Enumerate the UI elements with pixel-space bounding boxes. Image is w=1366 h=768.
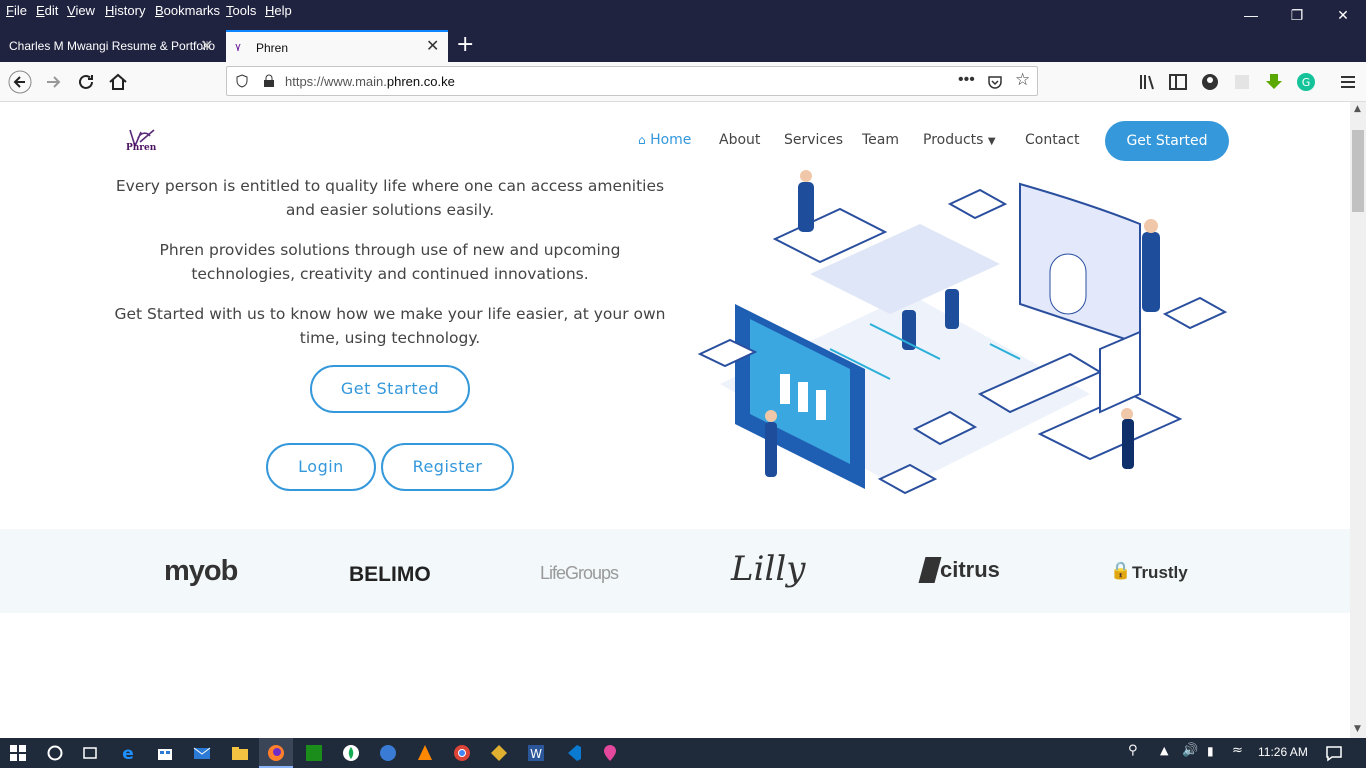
taskbar: e W ⚲ ▲ 🔊 ▮ ≈ 11:26 AM [0, 738, 1366, 768]
citrus-mark-icon [918, 557, 942, 583]
app-leaf-icon[interactable] [341, 743, 361, 763]
url-text: https://www.main.phren.co.ke [285, 74, 455, 89]
lock-icon[interactable] [263, 74, 275, 88]
app-diamond-icon[interactable] [489, 743, 509, 763]
hero-illustration [697, 170, 1228, 495]
restore-icon[interactable]: ❐ [1274, 0, 1320, 30]
task-view-icon[interactable] [80, 743, 100, 763]
client-logo-lilly[interactable]: Lilly [731, 549, 805, 589]
clients-strip: myob BELIMO LifeGroups Lilly citrus 🔒 Tr… [0, 529, 1350, 613]
logo-text: Phren [126, 143, 157, 153]
reload-icon[interactable] [74, 70, 98, 94]
shield-icon[interactable] [235, 74, 249, 88]
menu-file[interactable]: File [6, 3, 27, 18]
address-bar[interactable]: https://www.main.phren.co.ke ••• ☆ [226, 66, 1038, 96]
bookmark-star-icon[interactable]: ☆ [1015, 70, 1030, 90]
client-logo-belimo[interactable]: BELIMO [349, 563, 431, 587]
tab-phren[interactable]: ٧ Phren [226, 30, 448, 62]
battery-icon[interactable]: ▮ [1207, 744, 1214, 758]
menu-history[interactable]: History [105, 3, 145, 18]
sidebar-icon[interactable] [1166, 70, 1190, 94]
volume-icon[interactable]: 🔊 [1182, 743, 1198, 758]
hero-paragraph-3: Get Started with us to know how we make … [114, 305, 666, 347]
client-logo-citrus[interactable]: citrus [940, 557, 1000, 583]
minimize-icon[interactable]: — [1228, 0, 1274, 30]
tab-title: Charles M Mwangi Resume & Portfolio [9, 39, 216, 53]
home-icon[interactable] [106, 70, 130, 94]
phren-favicon-icon: ٧ [235, 42, 241, 54]
word-icon[interactable]: W [526, 743, 546, 763]
account-icon[interactable] [1198, 70, 1222, 94]
app-pin-icon[interactable] [600, 743, 620, 763]
site-logo[interactable]: Phren [124, 128, 158, 156]
edge-icon[interactable]: e [118, 743, 138, 763]
tab-close-icon[interactable]: ✕ [426, 36, 439, 55]
people-icon[interactable]: ⚲ [1128, 743, 1138, 758]
svg-text:G: G [1302, 76, 1311, 89]
clock-time[interactable]: 11:26 AM [1258, 745, 1308, 759]
app-green-icon[interactable] [304, 743, 324, 763]
page-scrollbar[interactable]: ▲ ▼ [1350, 102, 1366, 738]
navigation-toolbar: https://www.main.phren.co.ke ••• ☆ G [0, 62, 1366, 102]
nav-home-label: Home [650, 132, 692, 148]
file-explorer-icon[interactable] [230, 743, 250, 763]
menu-bookmarks[interactable]: Bookmarks [155, 3, 220, 18]
new-tab-icon[interactable]: + [456, 32, 474, 57]
close-icon[interactable]: ✕ [1320, 0, 1366, 30]
forward-icon[interactable] [42, 70, 66, 94]
svg-text:W: W [530, 747, 542, 761]
menu-help[interactable]: Help [265, 3, 292, 18]
search-icon[interactable] [45, 743, 65, 763]
vlc-icon[interactable] [415, 743, 435, 763]
nav-home[interactable]: ⌂ Home [638, 132, 691, 148]
tab-bar: Charles M Mwangi Resume & Portfolio ✕ ٧ … [0, 30, 1366, 62]
client-logo-trustly[interactable]: Trustly [1132, 563, 1188, 583]
register-button[interactable]: Register [381, 443, 514, 491]
download-extension-icon[interactable] [1262, 70, 1286, 94]
scrollbar-thumb[interactable] [1352, 130, 1364, 212]
webpage: Phren ⌂ Home About Services Team Product… [0, 102, 1350, 738]
scroll-down-icon[interactable]: ▼ [1354, 724, 1361, 734]
page-actions-icon[interactable]: ••• [958, 71, 975, 89]
store-icon[interactable] [155, 743, 175, 763]
windows-start-icon[interactable] [10, 745, 26, 761]
library-icon[interactable] [1136, 70, 1160, 94]
app-blue-icon[interactable] [378, 743, 398, 763]
tab-resume[interactable]: Charles M Mwangi Resume & Portfolio [0, 30, 222, 62]
grammarly-icon[interactable]: G [1294, 70, 1318, 94]
menu-tools[interactable]: Tools [226, 3, 256, 18]
tray-chevron-up-icon[interactable]: ▲ [1160, 744, 1168, 757]
login-button[interactable]: Login [266, 443, 376, 491]
chrome-icon[interactable] [452, 743, 472, 763]
notification-icon[interactable] [1324, 743, 1344, 763]
url-prefix: https://www.main. [285, 74, 387, 89]
mail-icon[interactable] [192, 743, 212, 763]
tab-close-icon[interactable]: ✕ [200, 36, 213, 55]
hero-paragraph-2: Phren provides solutions through use of … [159, 241, 621, 283]
tab-title: Phren [256, 41, 289, 55]
hero-get-started-button[interactable]: Get Started [310, 365, 470, 413]
client-logo-myob[interactable]: myob [164, 555, 238, 588]
pocket-icon[interactable] [987, 74, 1003, 90]
menu-edit[interactable]: Edit [36, 3, 58, 18]
home-icon: ⌂ [638, 133, 646, 147]
svg-text:e: e [122, 744, 134, 763]
menu-view[interactable]: View [67, 3, 95, 18]
firefox-icon[interactable] [266, 743, 286, 763]
hero-paragraph-1: Every person is entitled to quality life… [115, 177, 665, 219]
extension-icon[interactable] [1230, 70, 1254, 94]
hamburger-menu-icon[interactable] [1336, 70, 1360, 94]
vscode-icon[interactable] [563, 743, 583, 763]
url-domain: phren.co.ke [386, 74, 455, 89]
menu-bar: File Edit View History Bookmarks Tools H… [0, 0, 1366, 30]
client-logo-lifegroups[interactable]: LifeGroups [540, 563, 619, 584]
back-icon[interactable] [8, 70, 32, 94]
trustly-lock-icon: 🔒 [1110, 561, 1132, 581]
wifi-icon[interactable]: ≈ [1232, 743, 1243, 758]
scroll-up-icon[interactable]: ▲ [1354, 104, 1361, 114]
